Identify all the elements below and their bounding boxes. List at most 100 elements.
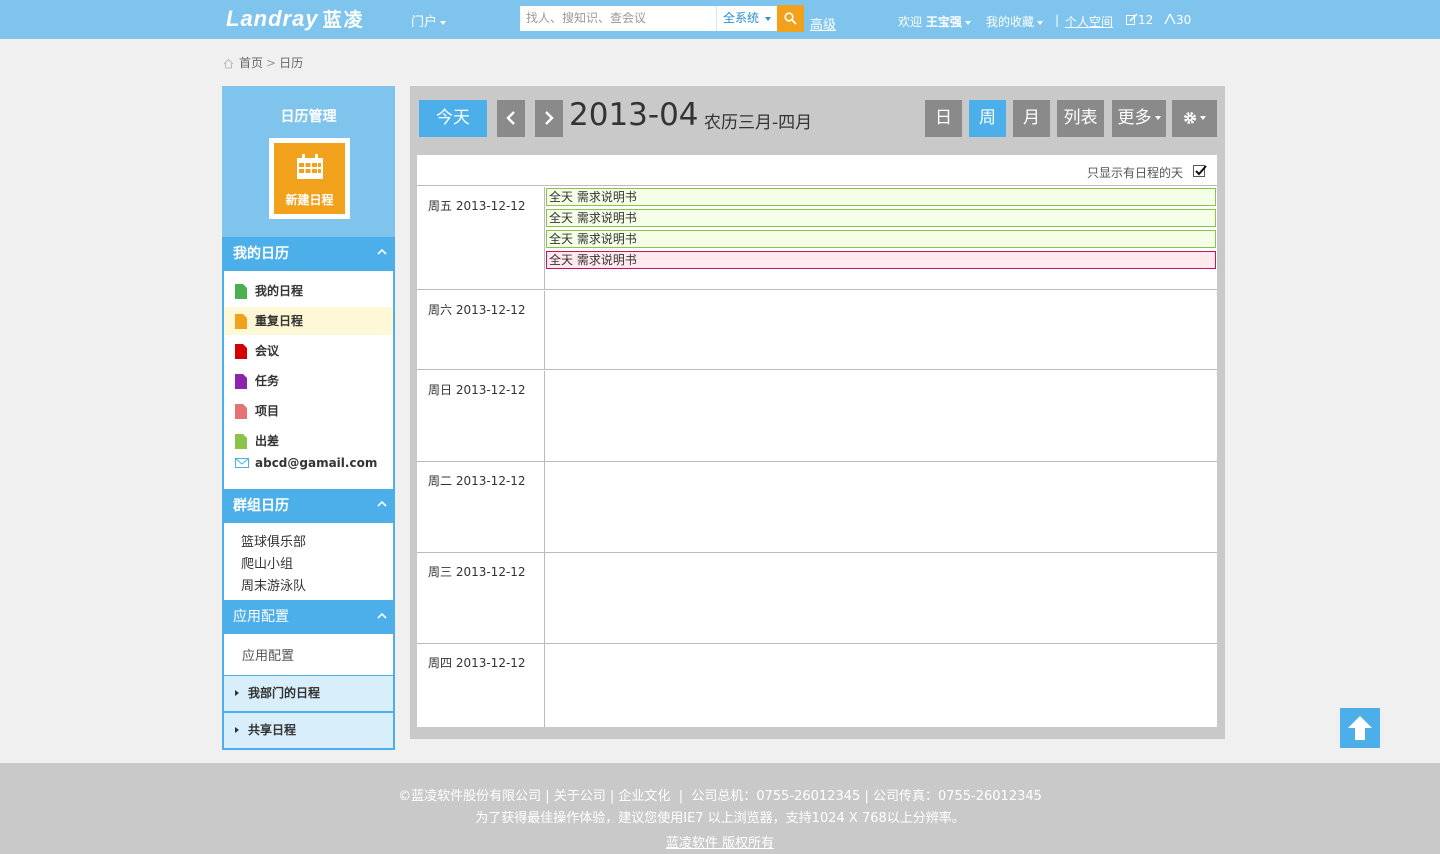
sidebar-item-task[interactable]: 任务 — [224, 367, 393, 395]
chevron-down-icon — [765, 16, 772, 21]
triangle-right-icon — [235, 727, 239, 733]
view-week-button[interactable]: 周 — [969, 100, 1006, 137]
footer: ©蓝凌软件股份有限公司 | 关于公司 | 企业文化 | 公司总机：0755-26… — [0, 763, 1440, 854]
only-with-events-label: 只显示有日程的天 — [1086, 166, 1183, 180]
more-button[interactable]: 更多 — [1112, 100, 1166, 137]
chevron-down-icon — [440, 20, 447, 25]
sidebar-item-my-schedule[interactable]: 我的日程 — [224, 277, 393, 305]
day-label: 周六 2013-12-12 — [428, 303, 526, 317]
sidebar-item-meeting[interactable]: 会议 — [224, 337, 393, 365]
personal-space-link[interactable]: 个人空间 — [1065, 13, 1113, 30]
search-input[interactable]: 找人、搜知识、查会议 — [520, 6, 716, 31]
app-config-list: 应用配置 — [224, 634, 393, 675]
search-icon — [784, 12, 797, 25]
user-menu[interactable]: 欢迎 王宝强 — [898, 13, 971, 30]
only-with-events-checkbox[interactable] — [1193, 165, 1207, 177]
group-item[interactable]: 篮球俱乐部 — [241, 531, 306, 550]
group-item[interactable]: 爬山小组 — [241, 553, 293, 572]
document-icon — [235, 374, 247, 389]
day-label: 周日 2013-12-12 — [428, 383, 526, 397]
event-item[interactable]: 全天 需求说明书 — [546, 251, 1216, 269]
fax: 公司传真：0755-26012345 — [872, 789, 1042, 804]
favorites-menu[interactable]: 我的收藏 — [986, 13, 1044, 30]
document-icon — [235, 344, 247, 359]
triangle-right-icon — [235, 690, 239, 696]
sidebar-item-email[interactable]: abcd@gamail.com — [224, 449, 393, 477]
document-icon — [235, 314, 247, 329]
view-month-button[interactable]: 月 — [1013, 100, 1050, 137]
chevron-up-icon — [377, 248, 387, 255]
chevron-down-icon — [1037, 20, 1044, 25]
browser-notice: 为了获得最佳操作体验，建议您使用IE7 以上浏览器，支持1024 X 768以上… — [475, 811, 965, 826]
chevron-left-icon — [506, 111, 515, 125]
group-calendars-list: 篮球俱乐部 爬山小组 周末游泳队 — [224, 523, 393, 600]
breadcrumb: 首页 > 日历 — [223, 54, 303, 71]
advanced-search-link[interactable]: 高级 — [810, 14, 836, 33]
my-calendars-list: 我的日程 重复日程 会议 任务 项目 出差 abcd@gamail.com — [224, 271, 393, 489]
view-day-button[interactable]: 日 — [925, 100, 962, 137]
culture-link[interactable]: 企业文化 — [618, 789, 670, 804]
top-bar: Landray 蓝凌 门户 找人、搜知识、查会议 全系统 高级 欢迎 王宝强 我的… — [0, 0, 1440, 39]
day-label: 周三 2013-12-12 — [428, 565, 526, 579]
breadcrumb-current: 日历 — [279, 56, 304, 70]
footer-links: ©蓝凌软件股份有限公司 | 关于公司 | 企业文化 | 公司总机：0755-26… — [398, 789, 1042, 804]
breadcrumb-home[interactable]: 首页 — [239, 56, 263, 70]
event-item[interactable]: 全天 需求说明书 — [546, 209, 1216, 227]
day-label: 周四 2013-12-12 — [428, 656, 526, 670]
prev-button[interactable] — [497, 100, 525, 137]
my-calendars-header[interactable]: 我的日历 — [222, 237, 395, 271]
sidebar-header: 日历管理 新建日程 — [222, 86, 395, 237]
home-icon — [223, 58, 234, 69]
shared-schedule-section[interactable]: 共享日程 — [224, 713, 393, 748]
chevron-down-icon — [1200, 116, 1206, 120]
document-icon — [235, 284, 247, 299]
separator: | — [1055, 13, 1060, 27]
day-label: 周五 2013-12-12 — [428, 199, 526, 213]
day-row: 周四 2013-12-12 — [417, 644, 1217, 727]
chevron-up-icon — [377, 500, 387, 507]
gear-icon — [1184, 112, 1196, 124]
sidebar-item-project[interactable]: 项目 — [224, 397, 393, 425]
new-event-button[interactable]: 新建日程 — [269, 138, 350, 219]
week-list-grid: 只显示有日程的天 周五 2013-12-12 全天 需求说明书 全天 需求说明书… — [417, 155, 1217, 727]
document-icon — [235, 404, 247, 419]
dept-schedule-section[interactable]: 我部门的日程 — [224, 676, 393, 711]
grid-toolbar: 只显示有日程的天 — [417, 155, 1217, 186]
edit-count[interactable]: 12 — [1126, 13, 1153, 27]
sidebar-item-repeat-schedule[interactable]: 重复日程 — [224, 307, 393, 335]
mail-icon — [235, 458, 249, 468]
event-item[interactable]: 全天 需求说明书 — [546, 188, 1216, 206]
edit-icon — [1126, 13, 1138, 25]
group-item[interactable]: 周末游泳队 — [241, 575, 306, 594]
day-row: 周三 2013-12-12 — [417, 553, 1217, 644]
back-to-top-button[interactable] — [1340, 708, 1380, 748]
search-button[interactable] — [777, 5, 804, 32]
portal-menu[interactable]: 门户 — [411, 11, 447, 30]
event-item[interactable]: 全天 需求说明书 — [546, 230, 1216, 248]
about-link[interactable]: 关于公司 — [554, 789, 606, 804]
search-scope-select[interactable]: 全系统 — [716, 6, 777, 31]
calendar-panel: 今天 2013-04 农历三月-四月 日 周 月 列表 更多 只显示有日程的天 … — [410, 86, 1225, 739]
settings-button[interactable] — [1172, 100, 1217, 137]
view-list-button[interactable]: 列表 — [1057, 100, 1104, 137]
today-button[interactable]: 今天 — [419, 100, 487, 137]
document-icon — [235, 434, 247, 449]
sidebar-title: 日历管理 — [280, 109, 337, 125]
logo[interactable]: Landray 蓝凌 — [226, 5, 365, 32]
phone: 公司总机：0755-26012345 — [691, 789, 861, 804]
next-button[interactable] — [535, 100, 563, 137]
chevron-up-icon — [377, 612, 387, 619]
day-row: 周二 2013-12-12 — [417, 462, 1217, 553]
notify-count[interactable]: 30 — [1164, 13, 1191, 27]
app-config-item[interactable]: 应用配置 — [242, 645, 294, 664]
current-month: 2013-04 — [569, 97, 699, 133]
app-config-header[interactable]: 应用配置 — [222, 601, 395, 634]
rights-link[interactable]: 蓝凌软件 版权所有 — [0, 832, 1440, 851]
copyright: ©蓝凌软件股份有限公司 — [398, 789, 542, 804]
day-label: 周二 2013-12-12 — [428, 474, 526, 488]
day-row: 周日 2013-12-12 — [417, 371, 1217, 462]
group-calendars-header[interactable]: 群组日历 — [222, 489, 395, 523]
chevron-down-icon — [1154, 116, 1161, 120]
day-row: 周五 2013-12-12 全天 需求说明书 全天 需求说明书 全天 需求说明书… — [417, 187, 1217, 290]
chevron-right-icon — [545, 111, 554, 125]
